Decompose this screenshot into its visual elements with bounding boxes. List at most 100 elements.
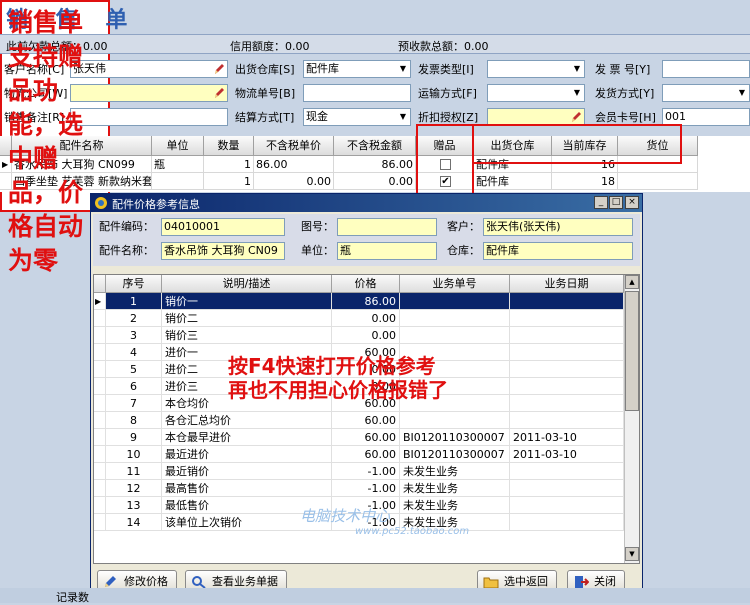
table-cell[interactable]: -1.00: [332, 463, 400, 480]
table-cell[interactable]: 18: [552, 173, 618, 190]
col-header[interactable]: 不含税金额: [334, 136, 416, 156]
pencil-icon[interactable]: [213, 62, 225, 76]
warehouse-select[interactable]: 配件库 ▼: [303, 60, 411, 78]
table-cell[interactable]: [510, 463, 624, 480]
table-cell[interactable]: 86.00: [332, 293, 400, 310]
col-header[interactable]: 说明/描述: [162, 275, 332, 293]
table-cell[interactable]: [510, 395, 624, 412]
table-cell[interactable]: 0.00: [332, 310, 400, 327]
table-cell[interactable]: [400, 327, 510, 344]
table-cell[interactable]: 5: [106, 361, 162, 378]
minimize-icon[interactable]: _: [594, 196, 608, 209]
table-cell[interactable]: [510, 412, 624, 429]
logistics-no-field[interactable]: [303, 84, 411, 102]
table-cell[interactable]: 本仓最早进价: [162, 429, 332, 446]
unit-field[interactable]: 瓶: [337, 242, 437, 260]
table-cell[interactable]: [510, 293, 624, 310]
pencil-icon[interactable]: [213, 86, 225, 100]
transport-select[interactable]: ▼: [487, 84, 585, 102]
table-cell[interactable]: 0.00: [332, 327, 400, 344]
table-cell[interactable]: 瓶: [152, 156, 204, 173]
table-cell[interactable]: 2011-03-10: [510, 446, 624, 463]
table-cell[interactable]: 0.00: [254, 173, 334, 190]
table-cell[interactable]: [510, 327, 624, 344]
table-cell[interactable]: 7: [106, 395, 162, 412]
chevron-down-icon[interactable]: ▼: [396, 109, 410, 125]
table-cell[interactable]: [510, 497, 624, 514]
table-cell[interactable]: [152, 173, 204, 190]
table-cell[interactable]: [618, 173, 698, 190]
table-cell[interactable]: 2: [106, 310, 162, 327]
table-cell[interactable]: 3: [106, 327, 162, 344]
table-cell[interactable]: BI0120110300007: [400, 429, 510, 446]
table-cell[interactable]: 9: [106, 429, 162, 446]
warehouse-field[interactable]: 配件库: [483, 242, 633, 260]
table-cell[interactable]: 10: [106, 446, 162, 463]
scroll-down-icon[interactable]: ▼: [625, 547, 639, 561]
table-cell[interactable]: BI0120110300007: [400, 446, 510, 463]
settle-select[interactable]: 现金 ▼: [303, 108, 411, 126]
table-cell[interactable]: 最高售价: [162, 480, 332, 497]
table-cell[interactable]: 13: [106, 497, 162, 514]
col-header[interactable]: 业务单号: [400, 275, 510, 293]
chevron-down-icon[interactable]: ▼: [396, 61, 410, 77]
invoice-no-field[interactable]: [662, 60, 750, 78]
scroll-thumb[interactable]: [625, 291, 639, 411]
col-header[interactable]: 单位: [152, 136, 204, 156]
table-cell[interactable]: 6: [106, 378, 162, 395]
table-cell[interactable]: [400, 412, 510, 429]
table-cell[interactable]: 0.00: [334, 173, 416, 190]
table-cell[interactable]: [510, 514, 624, 531]
table-cell[interactable]: 1: [204, 156, 254, 173]
table-cell[interactable]: [510, 344, 624, 361]
table-cell[interactable]: 14: [106, 514, 162, 531]
table-cell[interactable]: 2011-03-10: [510, 429, 624, 446]
chevron-down-icon[interactable]: ▼: [735, 85, 749, 101]
table-cell[interactable]: [400, 310, 510, 327]
table-cell[interactable]: 未发生业务: [400, 463, 510, 480]
col-header[interactable]: 序号: [106, 275, 162, 293]
invoice-type-select[interactable]: ▼: [487, 60, 585, 78]
pencil-icon[interactable]: [570, 110, 582, 124]
customer-field[interactable]: 张天伟(张天伟): [483, 218, 633, 236]
part-name-field[interactable]: 香水吊饰 大耳狗 CN09: [161, 242, 285, 260]
table-cell[interactable]: 销价二: [162, 310, 332, 327]
table-cell[interactable]: 1: [204, 173, 254, 190]
table-cell[interactable]: 4: [106, 344, 162, 361]
table-cell[interactable]: 86.00: [334, 156, 416, 173]
table-cell[interactable]: 各仓汇总均价: [162, 412, 332, 429]
table-cell[interactable]: 12: [106, 480, 162, 497]
col-header[interactable]: 业务日期: [510, 275, 624, 293]
ship-method-select[interactable]: ▼: [662, 84, 750, 102]
table-cell[interactable]: 1: [106, 293, 162, 310]
drawing-field[interactable]: [337, 218, 437, 236]
col-header[interactable]: 数量: [204, 136, 254, 156]
table-cell[interactable]: 60.00: [332, 412, 400, 429]
code-field[interactable]: 04010001: [161, 218, 285, 236]
table-cell[interactable]: 销价一: [162, 293, 332, 310]
table-cell[interactable]: -1.00: [332, 480, 400, 497]
table-cell[interactable]: 11: [106, 463, 162, 480]
table-cell[interactable]: 未发生业务: [400, 480, 510, 497]
table-cell[interactable]: 最近进价: [162, 446, 332, 463]
table-cell[interactable]: [510, 378, 624, 395]
table-cell[interactable]: [510, 361, 624, 378]
table-cell[interactable]: 最近销价: [162, 463, 332, 480]
col-header[interactable]: 不含税单价: [254, 136, 334, 156]
close-icon[interactable]: ×: [625, 196, 639, 209]
table-cell[interactable]: 60.00: [332, 429, 400, 446]
vertical-scrollbar[interactable]: ▲ ▼: [624, 275, 639, 563]
table-cell[interactable]: 配件库: [474, 173, 552, 190]
dialog-titlebar[interactable]: 配件价格参考信息 _ □ ×: [91, 194, 642, 212]
table-cell[interactable]: 8: [106, 412, 162, 429]
chevron-down-icon[interactable]: ▼: [570, 85, 584, 101]
table-cell[interactable]: 60.00: [332, 446, 400, 463]
table-cell[interactable]: 未发生业务: [400, 497, 510, 514]
col-header[interactable]: 价格: [332, 275, 400, 293]
table-cell[interactable]: [400, 293, 510, 310]
table-cell[interactable]: [510, 310, 624, 327]
table-cell[interactable]: 86.00: [254, 156, 334, 173]
maximize-icon[interactable]: □: [609, 196, 623, 209]
table-cell[interactable]: [510, 480, 624, 497]
chevron-down-icon[interactable]: ▼: [570, 61, 584, 77]
